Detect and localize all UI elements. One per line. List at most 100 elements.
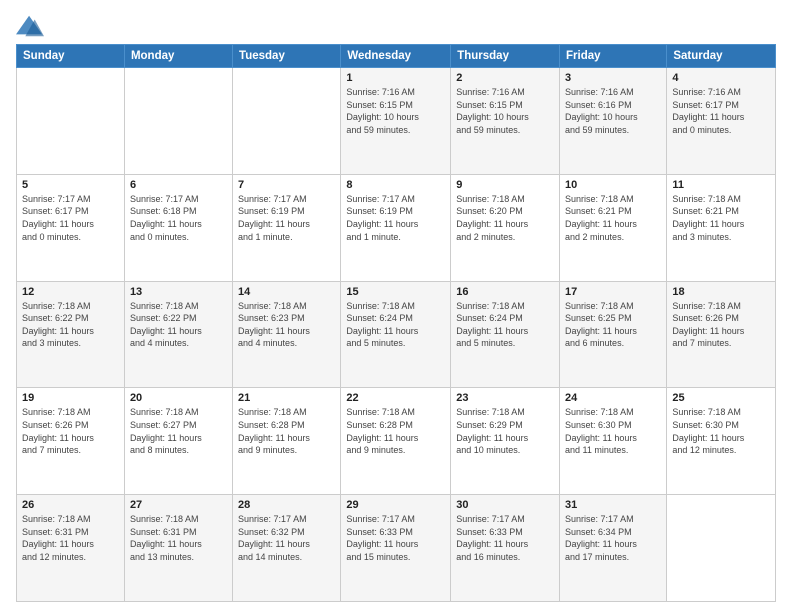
day-cell: 16 Sunrise: 7:18 AM Sunset: 6:24 PM Dayli…: [451, 281, 560, 388]
day-number: 7: [238, 179, 335, 191]
day-cell: 5 Sunrise: 7:17 AM Sunset: 6:17 PM Daylig…: [17, 174, 125, 281]
week-row-5: 26 Sunrise: 7:18 AM Sunset: 6:31 PM Dayli…: [17, 495, 776, 602]
day-info: Sunrise: 7:18 AM Sunset: 6:24 PM Dayligh…: [346, 300, 445, 350]
day-header-monday: Monday: [124, 45, 232, 68]
day-cell: 17 Sunrise: 7:18 AM Sunset: 6:25 PM Dayli…: [560, 281, 667, 388]
day-cell: 27 Sunrise: 7:18 AM Sunset: 6:31 PM Dayli…: [124, 495, 232, 602]
day-number: 10: [565, 179, 661, 191]
day-info: Sunrise: 7:18 AM Sunset: 6:21 PM Dayligh…: [565, 193, 661, 243]
header-row: SundayMondayTuesdayWednesdayThursdayFrid…: [17, 45, 776, 68]
day-cell: 9 Sunrise: 7:18 AM Sunset: 6:20 PM Daylig…: [451, 174, 560, 281]
day-cell: 25 Sunrise: 7:18 AM Sunset: 6:30 PM Dayli…: [667, 388, 776, 495]
day-info: Sunrise: 7:16 AM Sunset: 6:15 PM Dayligh…: [456, 86, 554, 136]
day-number: 5: [22, 179, 119, 191]
day-info: Sunrise: 7:18 AM Sunset: 6:31 PM Dayligh…: [22, 513, 119, 563]
day-cell: 12Sunrise: 7:18 AM Sunset: 6:22 PM Dayli…: [17, 281, 125, 388]
day-info: Sunrise: 7:18 AM Sunset: 6:22 PM Dayligh…: [130, 300, 227, 350]
day-number: 18: [672, 286, 770, 298]
day-number: 4: [672, 72, 770, 84]
day-info: Sunrise: 7:18 AM Sunset: 6:26 PM Dayligh…: [672, 300, 770, 350]
day-header-thursday: Thursday: [451, 45, 560, 68]
day-cell: 18 Sunrise: 7:18 AM Sunset: 6:26 PM Dayli…: [667, 281, 776, 388]
day-cell: 30 Sunrise: 7:17 AM Sunset: 6:33 PM Dayli…: [451, 495, 560, 602]
day-number: 16: [456, 286, 554, 298]
day-header-wednesday: Wednesday: [341, 45, 451, 68]
day-cell: 1 Sunrise: 7:16 AM Sunset: 6:15 PM Daylig…: [341, 68, 451, 175]
day-header-friday: Friday: [560, 45, 667, 68]
day-number: 9: [456, 179, 554, 191]
day-info: Sunrise: 7:18 AM Sunset: 6:30 PM Dayligh…: [672, 406, 770, 456]
day-number: 26: [22, 499, 119, 511]
week-row-3: 12 Sunrise: 7:18 AM Sunset: 6:22 PM Dayli…: [17, 281, 776, 388]
day-cell: 23Sunrise: 7:18 AM Sunset: 6:29 PM Dayli…: [451, 388, 560, 495]
day-info: Sunrise: 7:17 AM Sunset: 6:32 PM Dayligh…: [238, 513, 335, 563]
day-number: 6: [130, 179, 227, 191]
day-info: Sunrise: 7:17 AM Sunset: 6:19 PM Dayligh…: [238, 193, 335, 243]
week-row-4: 19 Sunrise: 7:18 AM Sunset: 6:26 PM Dayli…: [17, 388, 776, 495]
day-cell: [17, 68, 125, 175]
day-info: Sunrise: 7:18 AM Sunset: 6:30 PM Dayligh…: [565, 406, 661, 456]
day-number: 21: [238, 392, 335, 404]
page: SundayMondayTuesdayWednesdayThursdayFrid…: [0, 0, 792, 612]
day-number: 1: [346, 72, 445, 84]
header: [16, 12, 776, 40]
day-info: Sunrise: 7:18 AM Sunset: 6:25 PM Dayligh…: [565, 300, 661, 350]
day-info: Sunrise: 7:18 AM Sunset: 6:31 PM Dayligh…: [130, 513, 227, 563]
day-cell: 3Sunrise: 7:16 AM Sunset: 6:16 PM Daylig…: [560, 68, 667, 175]
day-number: 23: [456, 392, 554, 404]
day-cell: 19 Sunrise: 7:18 AM Sunset: 6:26 PM Dayli…: [17, 388, 125, 495]
day-info: Sunrise: 7:18 AM Sunset: 6:20 PM Dayligh…: [456, 193, 554, 243]
day-cell: 24 Sunrise: 7:18 AM Sunset: 6:30 PM Dayli…: [560, 388, 667, 495]
day-info: Sunrise: 7:17 AM Sunset: 6:33 PM Dayligh…: [346, 513, 445, 563]
day-cell: 14 Sunrise: 7:18 AM Sunset: 6:23 PM Dayli…: [233, 281, 341, 388]
day-cell: 22 Sunrise: 7:18 AM Sunset: 6:28 PM Dayli…: [341, 388, 451, 495]
day-cell: 29 Sunrise: 7:17 AM Sunset: 6:33 PM Dayli…: [341, 495, 451, 602]
day-info: Sunrise: 7:18 AM Sunset: 6:27 PM Dayligh…: [130, 406, 227, 456]
day-number: 15: [346, 286, 445, 298]
day-info: Sunrise: 7:17 AM Sunset: 6:17 PM Dayligh…: [22, 193, 119, 243]
day-info: Sunrise: 7:18 AM Sunset: 6:26 PM Dayligh…: [22, 406, 119, 456]
day-cell: 2 Sunrise: 7:16 AM Sunset: 6:15 PM Daylig…: [451, 68, 560, 175]
logo: [16, 12, 46, 40]
day-cell: [667, 495, 776, 602]
day-number: 3: [565, 72, 661, 84]
day-number: 24: [565, 392, 661, 404]
day-number: 22: [346, 392, 445, 404]
day-cell: 21Sunrise: 7:18 AM Sunset: 6:28 PM Dayli…: [233, 388, 341, 495]
day-number: 17: [565, 286, 661, 298]
day-number: 12: [22, 286, 119, 298]
day-number: 25: [672, 392, 770, 404]
day-number: 19: [22, 392, 119, 404]
day-number: 28: [238, 499, 335, 511]
day-cell: [124, 68, 232, 175]
logo-icon: [16, 12, 44, 40]
day-header-sunday: Sunday: [17, 45, 125, 68]
day-cell: 28 Sunrise: 7:17 AM Sunset: 6:32 PM Dayli…: [233, 495, 341, 602]
day-info: Sunrise: 7:17 AM Sunset: 6:33 PM Dayligh…: [456, 513, 554, 563]
week-row-2: 5 Sunrise: 7:17 AM Sunset: 6:17 PM Daylig…: [17, 174, 776, 281]
day-info: Sunrise: 7:18 AM Sunset: 6:24 PM Dayligh…: [456, 300, 554, 350]
day-cell: 13Sunrise: 7:18 AM Sunset: 6:22 PM Dayli…: [124, 281, 232, 388]
day-number: 14: [238, 286, 335, 298]
day-info: Sunrise: 7:16 AM Sunset: 6:15 PM Dayligh…: [346, 86, 445, 136]
day-cell: 26 Sunrise: 7:18 AM Sunset: 6:31 PM Dayli…: [17, 495, 125, 602]
day-info: Sunrise: 7:18 AM Sunset: 6:23 PM Dayligh…: [238, 300, 335, 350]
day-info: Sunrise: 7:17 AM Sunset: 6:19 PM Dayligh…: [346, 193, 445, 243]
day-cell: 10 Sunrise: 7:18 AM Sunset: 6:21 PM Dayli…: [560, 174, 667, 281]
day-header-tuesday: Tuesday: [233, 45, 341, 68]
day-cell: 31Sunrise: 7:17 AM Sunset: 6:34 PM Dayli…: [560, 495, 667, 602]
day-number: 11: [672, 179, 770, 191]
day-number: 27: [130, 499, 227, 511]
day-cell: [233, 68, 341, 175]
day-info: Sunrise: 7:18 AM Sunset: 6:21 PM Dayligh…: [672, 193, 770, 243]
day-number: 29: [346, 499, 445, 511]
day-info: Sunrise: 7:18 AM Sunset: 6:28 PM Dayligh…: [346, 406, 445, 456]
day-number: 30: [456, 499, 554, 511]
day-info: Sunrise: 7:17 AM Sunset: 6:34 PM Dayligh…: [565, 513, 661, 563]
day-cell: 6Sunrise: 7:17 AM Sunset: 6:18 PM Daylig…: [124, 174, 232, 281]
day-number: 20: [130, 392, 227, 404]
day-cell: 4Sunrise: 7:16 AM Sunset: 6:17 PM Daylig…: [667, 68, 776, 175]
day-cell: 11 Sunrise: 7:18 AM Sunset: 6:21 PM Dayli…: [667, 174, 776, 281]
day-number: 2: [456, 72, 554, 84]
day-number: 8: [346, 179, 445, 191]
